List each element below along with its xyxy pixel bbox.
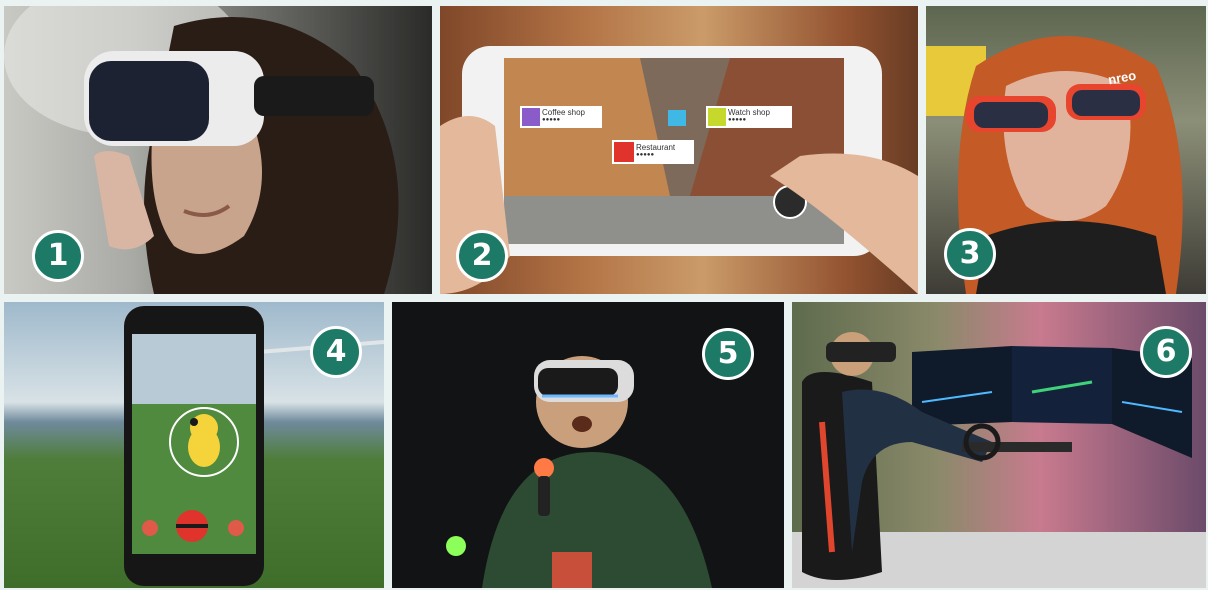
number-badge: 6 [1140, 326, 1192, 378]
ar-label-watch: Watch shop ●●●●● [728, 108, 770, 123]
ar-label-text: Restaurant [636, 143, 676, 152]
ar-label-rating: ●●●●● [728, 117, 747, 123]
photo-racing-simulator: 6 [792, 302, 1206, 588]
ar-phone-illustration [440, 6, 918, 294]
number-badge: 4 [310, 326, 362, 378]
ar-label-text: Coffee shop [542, 108, 585, 117]
ar-label-text: Watch shop [728, 108, 770, 117]
number-badge: 3 [944, 228, 996, 280]
ar-label-rating: ●●●●● [636, 152, 655, 158]
photo-vr-headset: 1 [4, 6, 432, 294]
number-badge: 2 [456, 230, 508, 282]
ar-label-coffee: Coffee shop ●●●●● [542, 108, 585, 123]
photo-vr-controllers: 5 [392, 302, 784, 588]
photo-ar-phone: Coffee shop ●●●●● Watch shop ●●●●● Resta… [440, 6, 918, 294]
photo-pokemon-go: 4 [4, 302, 384, 588]
ar-label-rating: ●●●●● [542, 117, 561, 123]
number-badge: 5 [702, 328, 754, 380]
photo-ar-glasses: nreo 3 [926, 6, 1206, 294]
ar-label-restaurant: Restaurant ●●●●● [636, 143, 675, 158]
number-badge: 1 [32, 230, 84, 282]
